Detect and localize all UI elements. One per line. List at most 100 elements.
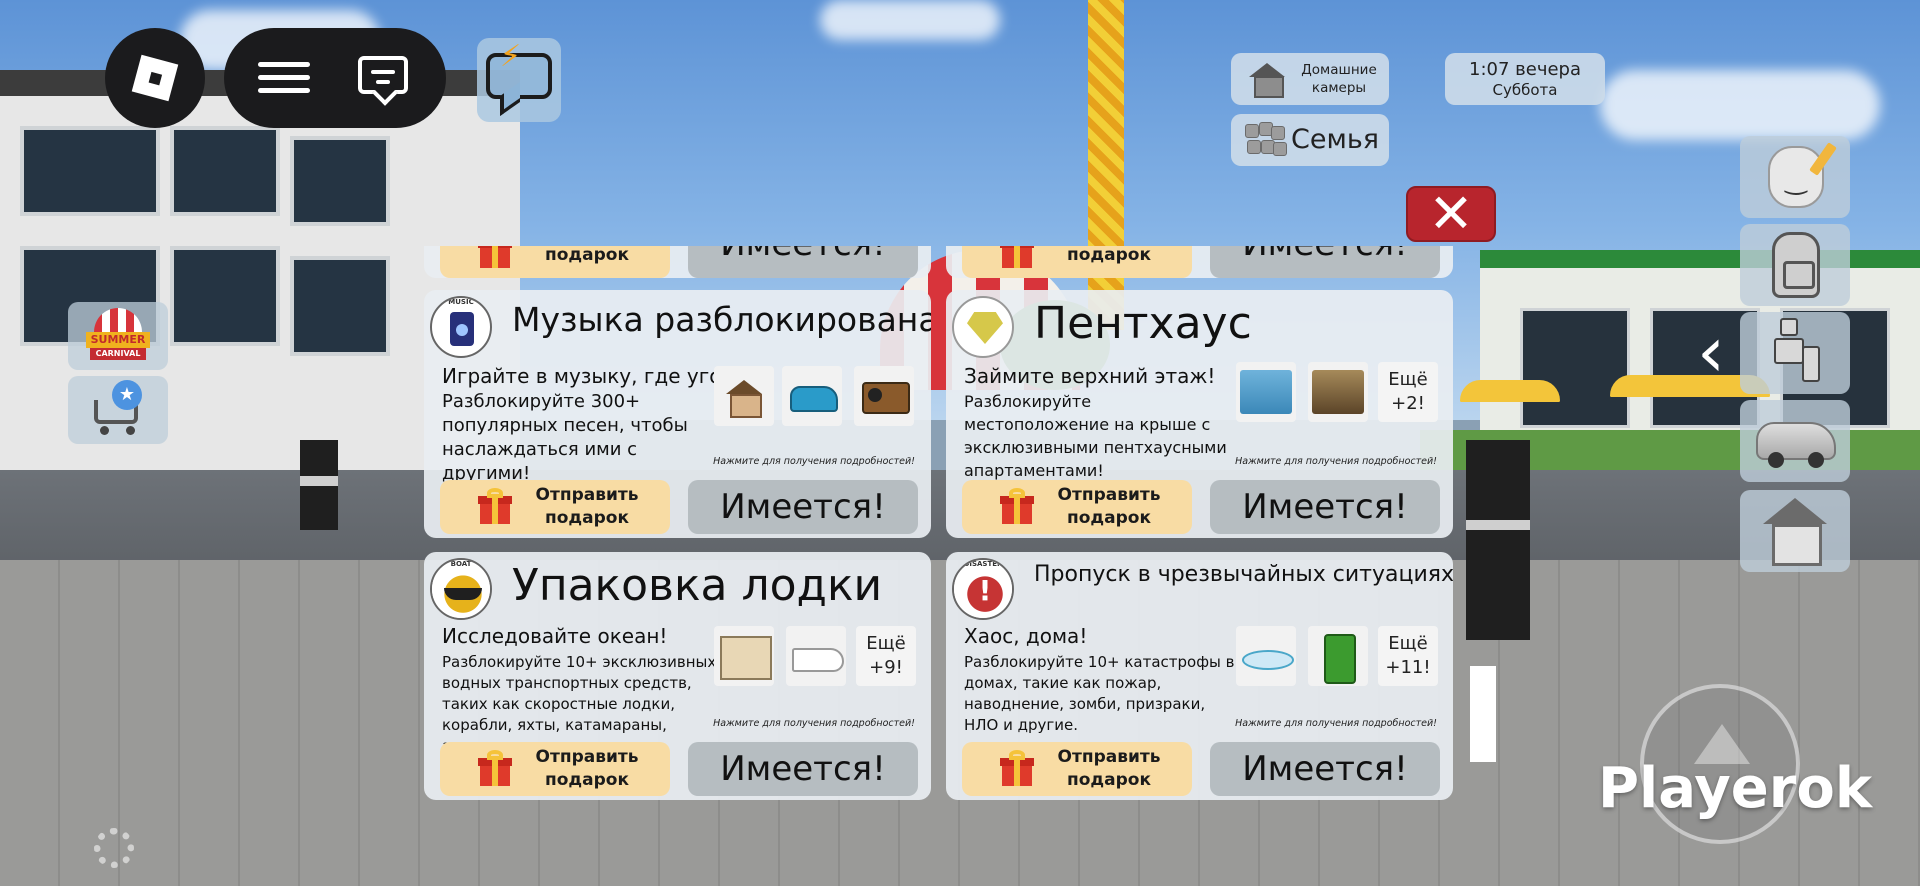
settings-gear-icon[interactable] [94, 828, 134, 868]
details-hint: Нажмите для получения подробностей! [713, 456, 915, 467]
pool-thumbnail [1236, 362, 1296, 422]
roblox-menu-button[interactable] [105, 28, 205, 128]
gift-icon [1000, 246, 1034, 268]
send-gift-label: подарок [1066, 246, 1151, 265]
card-description: Разблокируйте 300+ популярных песен, что… [442, 391, 688, 484]
monster-thumbnail [1308, 626, 1368, 686]
send-gift-button[interactable]: Отправить подарок [440, 480, 670, 534]
summer-carnival-button[interactable]: SUMMER CARNIVAL [68, 302, 168, 370]
cloud [1600, 70, 1880, 140]
cloud [820, 0, 1000, 40]
send-gift-button[interactable]: Отправить подарок [440, 742, 670, 796]
room-thumbnail [1308, 362, 1368, 422]
dock-thumbnail [714, 626, 774, 686]
gamepass-card-music[interactable]: MUSIC Музыка разблокирована Играйте в му… [424, 290, 931, 538]
card-subtitle: Хаос, дома! [964, 624, 1088, 648]
carnival-logo: SUMMER CARNIVAL [80, 306, 156, 366]
more-items-badge: Ещё +2! [1378, 362, 1438, 422]
hamburger-menu-icon[interactable] [258, 62, 310, 94]
quick-chat-button[interactable]: ⚡ [477, 38, 561, 122]
gift-icon [478, 750, 512, 786]
card-title: Пентхаус [1034, 298, 1252, 349]
carnival-sub: CARNIVAL [90, 348, 146, 360]
card-title: Пропуск в чрезвычайных ситуациях [1034, 562, 1453, 587]
card-description: Разблокируйте 10+ катастрофы в домах, та… [964, 653, 1235, 734]
clock-time: 1:07 вечера [1469, 59, 1581, 80]
drop-tower [1088, 0, 1124, 330]
send-gift-label: Отправить подарок [1057, 485, 1161, 528]
owned-button: Имеется! [688, 246, 918, 278]
owned-button: Имеется! [688, 480, 918, 534]
car-icon [1756, 422, 1836, 468]
car-thumbnail [782, 366, 842, 426]
card-subtitle: Исследовайте океан! [442, 624, 668, 648]
scroll-indicator[interactable] [1470, 666, 1496, 762]
more-items-badge: Ещё +11! [1378, 626, 1438, 686]
gamepass-card-penthouse[interactable]: Пентхаус Займите верхний этаж! Разблокир… [946, 290, 1453, 538]
more-items-badge: Ещё +9! [856, 626, 916, 686]
home-cameras-button[interactable]: Домашние камеры [1231, 53, 1389, 105]
send-gift-label: подарок [544, 246, 629, 265]
avatar-editor-button[interactable] [1740, 136, 1850, 218]
watermark: Playerok [1598, 756, 1873, 821]
backpack-icon [1772, 232, 1820, 298]
send-gift-button[interactable]: подарок [440, 246, 670, 278]
gift-icon [1000, 488, 1034, 524]
avatars-icon [1766, 318, 1826, 388]
carnival-word: SUMMER [86, 332, 150, 348]
family-button[interactable]: Семья [1231, 114, 1389, 166]
shop-button[interactable]: ★ [68, 376, 168, 444]
gamepass-card-partial[interactable]: подарок Имеется! [424, 246, 931, 278]
send-gift-button[interactable]: Отправить подарок [962, 480, 1192, 534]
send-gift-label: Отправить подарок [535, 485, 639, 528]
send-gift-button[interactable]: Отправить подарок [962, 742, 1192, 796]
details-hint: Нажмите для получения подробностей! [1235, 456, 1437, 467]
lightning-icon: ⚡ [500, 39, 522, 74]
gamepass-card-disaster[interactable]: DISASTER Пропуск в чрезвычайных ситуация… [946, 552, 1453, 800]
vehicle-button[interactable] [1740, 400, 1850, 482]
owned-button: Имеется! [1210, 742, 1440, 796]
family-label: Семья [1291, 124, 1379, 155]
umbrella [1460, 380, 1560, 402]
gamepass-card-partial[interactable]: подарок Имеется! [946, 246, 1453, 278]
card-subtitle: Займите верхний этаж! [964, 364, 1216, 388]
card-title: Музыка разблокирована [512, 300, 931, 339]
disaster-emblem-icon: DISASTER [952, 558, 1014, 620]
music-emblem-icon: MUSIC [430, 296, 492, 358]
details-hint: Нажмите для получения подробностей! [713, 718, 915, 729]
bollard [1466, 440, 1530, 640]
chat-icon[interactable] [358, 56, 408, 94]
house-button[interactable] [1740, 490, 1850, 572]
card-title: Упаковка лодки [512, 560, 883, 611]
send-gift-label: Отправить подарок [1057, 747, 1161, 790]
bollard [300, 440, 338, 530]
home-icon [1762, 498, 1828, 566]
ufo-thumbnail [1236, 626, 1296, 686]
close-icon: ✕ [1428, 182, 1474, 245]
gift-icon [478, 488, 512, 524]
boat-emblem-icon: BOAT [430, 558, 492, 620]
top-bar [224, 28, 446, 128]
gamepass-card-boat[interactable]: BOAT Упаковка лодки Исследовайте океан! … [424, 552, 931, 800]
house-thumbnail [714, 366, 774, 426]
diamond-emblem-icon [952, 296, 1014, 358]
shopping-cart-icon: ★ [90, 380, 146, 436]
roleplay-button[interactable] [1740, 312, 1850, 394]
gift-icon [478, 246, 512, 268]
clock-day: Суббота [1492, 81, 1558, 99]
chevron-left-icon[interactable]: ‹ [1696, 310, 1726, 394]
smiley-face-icon [1768, 146, 1824, 208]
family-icon [1243, 122, 1287, 158]
home-cameras-label: Домашние камеры [1301, 62, 1377, 96]
send-gift-label: Отправить подарок [535, 747, 639, 790]
details-hint: Нажмите для получения подробностей! [1235, 718, 1437, 729]
close-button[interactable]: ✕ [1406, 186, 1496, 242]
yacht-thumbnail [786, 626, 846, 686]
clock-display: 1:07 вечера Суббота [1445, 53, 1605, 105]
card-description: Разблокируйте местоположение на крыше с … [964, 392, 1227, 480]
house-icon [1247, 63, 1287, 98]
gift-icon [1000, 750, 1034, 786]
send-gift-button[interactable]: подарок [962, 246, 1192, 278]
backpack-button[interactable] [1740, 224, 1850, 306]
owned-button: Имеется! [1210, 246, 1440, 278]
